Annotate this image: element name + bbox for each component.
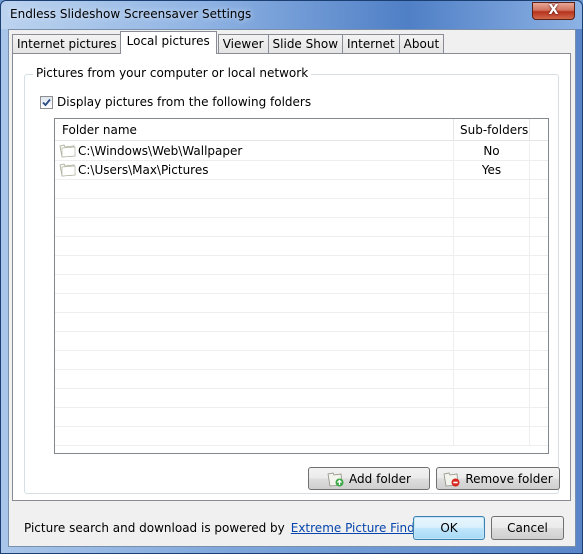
list-rows: C:\Windows\Web\Wallpaper No C:\Users\Max… (55, 142, 548, 446)
folder-icon (59, 163, 76, 177)
list-item[interactable]: C:\Users\Max\Pictures Yes (55, 161, 548, 180)
empty-grid-row (55, 351, 548, 370)
close-icon: X (548, 3, 559, 18)
dialog-window: Endless Slideshow Screensaver Settings X… (0, 0, 583, 554)
dialog-client: Internet pictures Local pictures Viewer … (8, 29, 576, 547)
add-folder-icon (327, 472, 344, 486)
column-header-folder-name[interactable]: Folder name (55, 119, 454, 141)
ok-button[interactable]: OK (413, 516, 485, 540)
tab-viewer[interactable]: Viewer (217, 34, 269, 54)
group-title: Pictures from your computer or local net… (33, 66, 312, 80)
sub-folders-value: No (454, 142, 530, 160)
sub-folders-value: Yes (454, 161, 530, 179)
empty-grid-row (55, 256, 548, 275)
tab-strip: Internet pictures Local pictures Viewer … (12, 31, 445, 54)
folders-list[interactable]: Folder name Sub-folders C:\Windows\Web\W… (54, 118, 549, 454)
folder-path: C:\Windows\Web\Wallpaper (78, 144, 243, 158)
add-folder-button[interactable]: Add folder (308, 467, 430, 490)
empty-grid-row (55, 389, 548, 408)
tab-page-local-pictures: Pictures from your computer or local net… (12, 53, 571, 501)
display-folders-label: Display pictures from the following fold… (57, 95, 312, 109)
empty-grid-row (55, 294, 548, 313)
empty-grid-row (55, 275, 548, 294)
tab-internet-pictures[interactable]: Internet pictures (12, 34, 122, 54)
checkmark-icon (42, 98, 51, 106)
empty-grid-row (55, 218, 548, 237)
remove-folder-icon (443, 472, 460, 486)
list-header: Folder name Sub-folders (55, 119, 548, 141)
powered-by-label: Picture search and download is powered b… (24, 521, 285, 535)
remove-folder-button[interactable]: Remove folder (436, 467, 560, 490)
powered-by-text: Picture search and download is powered b… (24, 521, 427, 535)
folder-path: C:\Users\Max\Pictures (78, 163, 209, 177)
window-title: Endless Slideshow Screensaver Settings (10, 7, 252, 21)
empty-grid-row (55, 370, 548, 389)
empty-grid-row (55, 408, 548, 427)
empty-grid-row (55, 199, 548, 218)
add-folder-label: Add folder (349, 471, 411, 486)
extreme-picture-finder-link[interactable]: Extreme Picture Finder (291, 521, 427, 535)
empty-grid-row (55, 313, 548, 332)
empty-grid-row (55, 237, 548, 256)
column-header-sub-folders[interactable]: Sub-folders (454, 119, 530, 141)
folder-icon (59, 144, 76, 158)
empty-grid-row (55, 332, 548, 351)
empty-grid-row (55, 427, 548, 446)
cancel-button[interactable]: Cancel (491, 516, 564, 540)
local-pictures-group: Pictures from your computer or local net… (24, 66, 560, 494)
empty-grid-row (55, 180, 548, 199)
column-header-filler (530, 119, 548, 141)
display-folders-checkbox[interactable] (40, 95, 53, 109)
display-folders-checkbox-row[interactable]: Display pictures from the following fold… (40, 95, 311, 109)
tab-about[interactable]: About (398, 34, 445, 54)
tab-internet[interactable]: Internet (342, 34, 400, 54)
close-button[interactable]: X (532, 2, 575, 20)
tab-slide-show[interactable]: Slide Show (267, 34, 344, 54)
list-item[interactable]: C:\Windows\Web\Wallpaper No (55, 142, 548, 161)
tab-local-pictures[interactable]: Local pictures (119, 31, 217, 54)
title-bar[interactable]: Endless Slideshow Screensaver Settings X (1, 1, 582, 29)
remove-folder-label: Remove folder (465, 471, 553, 486)
